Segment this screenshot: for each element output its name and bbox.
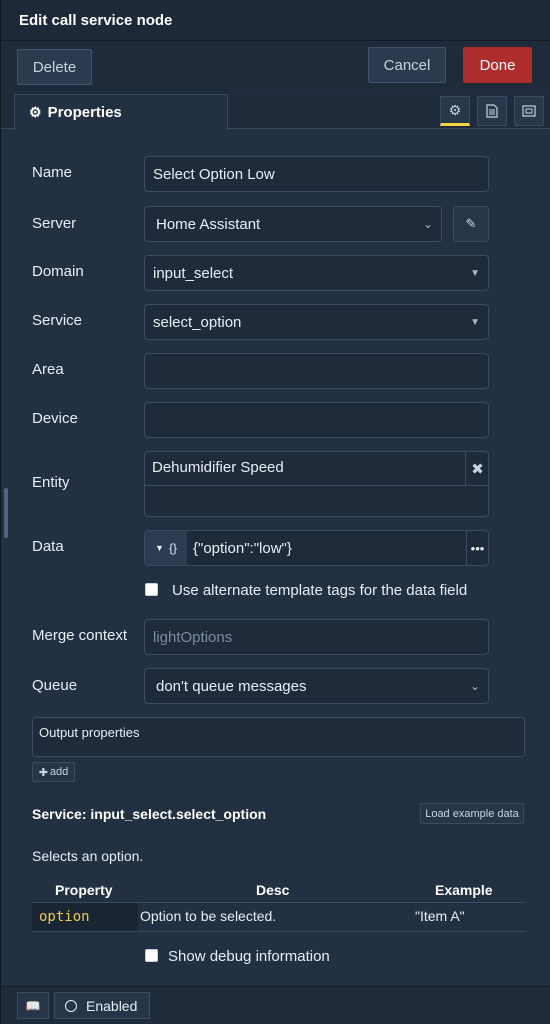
table-divider (32, 931, 525, 932)
area-input[interactable] (144, 353, 489, 389)
caret-down-icon: ▼ (470, 268, 480, 279)
name-label: Name (32, 164, 73, 181)
cancel-button[interactable]: Cancel (368, 47, 446, 83)
load-example-button[interactable]: Load example data (420, 803, 524, 824)
table-row-desc: Option to be selected. (140, 908, 277, 924)
dialog-title: Edit call service node (19, 12, 173, 29)
queue-label: Queue (32, 677, 78, 694)
done-button[interactable]: Done (463, 47, 532, 83)
chevron-down-icon: ⌄ (422, 217, 433, 231)
add-output-button[interactable]: ✚ add (32, 762, 75, 782)
alt-template-label: Use alternate template tags for the data… (172, 582, 468, 599)
column-header-desc: Desc (256, 882, 290, 898)
appearance-icon[interactable] (514, 96, 544, 126)
ellipsis-icon: ••• (470, 540, 485, 556)
domain-label: Domain (32, 263, 84, 280)
output-properties-label: Output properties (39, 725, 140, 740)
data-typed-input[interactable]: ▼ {} {"option":"low"} ••• (144, 530, 489, 566)
circle-icon (65, 999, 77, 1012)
domain-select[interactable]: input_select ▼ (144, 255, 489, 291)
tab-properties-label: Properties (47, 104, 122, 121)
queue-select[interactable]: don't queue messages ⌄ (144, 668, 489, 704)
alt-template-checkbox[interactable] (145, 583, 158, 596)
name-value: Select Option Low (153, 165, 275, 183)
delete-button[interactable]: Delete (17, 49, 92, 85)
merge-context-input[interactable]: lightOptions (144, 619, 489, 655)
service-value: select_option (153, 313, 242, 331)
table-row-example: "Item A" (415, 908, 465, 924)
service-description: Selects an option. (32, 848, 144, 864)
dialog-toolbar: Delete Cancel Done (1, 41, 550, 91)
entity-tag: Dehumidifier Speed (152, 459, 284, 476)
server-value: Home Assistant (156, 215, 261, 233)
table-row-property: option (32, 903, 138, 931)
data-type-selector[interactable]: ▼ {} (145, 531, 187, 565)
debug-checkbox[interactable] (145, 949, 158, 962)
document-icon[interactable] (477, 96, 507, 126)
area-label: Area (32, 361, 64, 378)
service-select[interactable]: select_option ▼ (144, 304, 489, 340)
book-icon: 📖 (25, 998, 41, 1013)
service-label: Service (32, 312, 83, 329)
merge-context-label: Merge context (32, 627, 128, 644)
close-icon[interactable]: ✖ (465, 452, 489, 485)
tabs-bar: ⚙ Properties ⚙ (1, 92, 550, 130)
help-button[interactable]: 📖 (17, 992, 49, 1019)
gear-icon[interactable]: ⚙ (440, 96, 470, 126)
entity-label: Entity (32, 474, 70, 491)
name-input[interactable]: Select Option Low (144, 156, 489, 192)
edit-dialog-tray: Edit call service node Delete Cancel Don… (0, 0, 550, 1024)
column-header-property: Property (55, 882, 113, 898)
debug-label: Show debug information (168, 948, 330, 965)
chevron-down-icon: ⌄ (469, 679, 480, 693)
data-label: Data (32, 538, 64, 555)
resize-handle[interactable] (4, 488, 8, 538)
caret-down-icon: ▼ (470, 317, 480, 328)
enabled-label: Enabled (86, 997, 138, 1014)
server-label: Server (32, 215, 77, 232)
edit-server-button[interactable]: ✎ (453, 206, 489, 242)
dialog-footer: 📖 Enabled (1, 986, 550, 1024)
pencil-icon: ✎ (465, 216, 477, 231)
more-options-button[interactable]: ••• (466, 531, 488, 565)
queue-value: don't queue messages (156, 677, 307, 695)
gear-icon: ⚙ (29, 104, 42, 120)
dialog-titlebar: Edit call service node (1, 0, 550, 41)
enabled-toggle[interactable]: Enabled (54, 992, 150, 1019)
caret-down-icon: ▼ (155, 543, 164, 553)
merge-context-placeholder: lightOptions (153, 628, 233, 646)
data-value: {"option":"low"} (193, 540, 292, 557)
domain-value: input_select (153, 264, 234, 282)
column-header-example: Example (435, 882, 493, 898)
entity-divider (145, 485, 488, 486)
add-output-label: add (49, 766, 69, 778)
server-select[interactable]: Home Assistant ⌄ (144, 206, 442, 242)
entity-input[interactable]: Dehumidifier Speed ✖ (144, 451, 489, 517)
json-type-icon: {} (168, 541, 177, 555)
output-properties-list: Output properties (32, 717, 525, 757)
device-label: Device (32, 410, 78, 427)
tab-properties[interactable]: ⚙ Properties (14, 94, 228, 130)
device-input[interactable] (144, 402, 489, 438)
plus-icon: ✚ (38, 766, 48, 779)
service-title: Service: input_select.select_option (32, 806, 267, 822)
